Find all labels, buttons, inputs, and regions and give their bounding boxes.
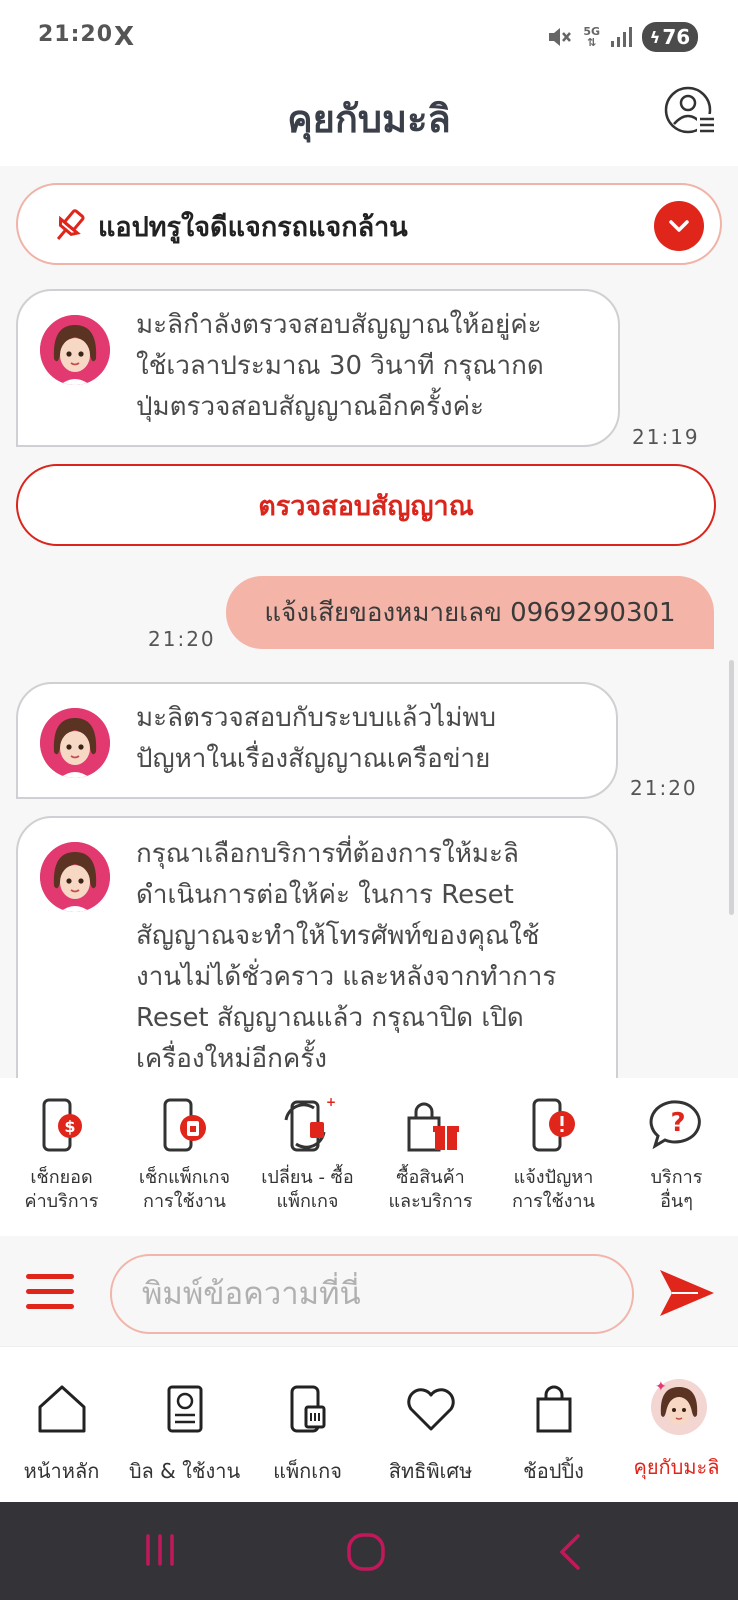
quick-service-change-package[interactable]: + เปลี่ยน - ซื้อ แพ็กเกจ [246, 1095, 369, 1214]
svg-text:$: $ [64, 1117, 75, 1136]
battery-indicator: ϟ 76 [642, 22, 698, 52]
back-icon[interactable] [556, 1532, 586, 1572]
quick-service-other[interactable]: ? บริการ อื่นๆ [615, 1096, 738, 1214]
status-time: 21:20 [38, 22, 114, 47]
data-arrows-icon: ⇅ [587, 36, 597, 49]
message-time: 21:19 [632, 425, 700, 449]
bot-message: มะลิตรวจสอบกับระบบแล้วไม่พบ ปัญหาในเรื่อ… [16, 682, 618, 799]
nav-label: คุยกับมะลิ [633, 1455, 720, 1479]
chevron-down-icon [669, 220, 689, 232]
user-message: แจ้งเสียของหมายเลข 0969290301 [226, 576, 714, 649]
nav-shopping[interactable]: ช้อปปิ้ง [492, 1383, 615, 1487]
bill-icon [167, 1385, 202, 1433]
nav-bill[interactable]: บิล & ใช้งาน [123, 1383, 246, 1487]
quick-service-label: ซื้อสินค้า และบริการ [388, 1167, 473, 1212]
message-time: 21:20 [148, 627, 216, 651]
question-bubble-icon: ? [649, 1100, 701, 1150]
user-message-text: แจ้งเสียของหมายเลข 0969290301 [264, 598, 676, 628]
mali-avatar-icon: ✦ [650, 1379, 707, 1435]
svg-text:+: + [326, 1096, 336, 1109]
page-title: คุยกับมะลิ [287, 97, 451, 141]
quick-service-label: เปลี่ยน - ซื้อ แพ็กเกจ [261, 1167, 354, 1212]
mali-face-icon [40, 315, 110, 385]
phone-sim-icon [163, 1098, 206, 1152]
message-input[interactable] [110, 1254, 634, 1334]
bot-message-text: มะลิกำลังตรวจสอบสัญญาณให้อยู่ค่ะ ใช้เวลา… [136, 310, 544, 422]
charging-icon: ϟ [649, 27, 661, 47]
nav-privileges[interactable]: สิทธิพิเศษ [369, 1383, 492, 1487]
mali-avatar [40, 708, 110, 778]
hamburger-menu-icon[interactable] [26, 1272, 74, 1312]
quick-service-label: เช็กแพ็กเกจ การใช้งาน [138, 1167, 231, 1212]
message-input-bar [0, 1236, 738, 1346]
bot-message: มะลิกำลังตรวจสอบสัญญาณให้อยู่ค่ะ ใช้เวลา… [16, 289, 620, 447]
heart-icon [406, 1388, 455, 1431]
bot-message: กรุณาเลือกบริการที่ต้องการให้มะลิ ดำเนิน… [16, 816, 618, 1116]
phone-swap-icon: + [284, 1095, 336, 1152]
chat-screen: 21:20 X 5G ⇅ ϟ 76 คุยกับมะลิ แอปทรูใจดีแ… [0, 0, 738, 1600]
quick-service-check-package[interactable]: เช็กแพ็กเกจ การใช้งาน [123, 1096, 246, 1214]
app-header: คุยกับมะลิ [0, 76, 738, 166]
system-navigation-bar [0, 1502, 738, 1600]
phone-dollar-icon: $ [42, 1098, 82, 1152]
nav-label: หน้าหลัก [23, 1459, 100, 1483]
home-icon [38, 1385, 85, 1433]
pin-icon [56, 209, 85, 240]
pinned-text: แอปทรูใจดีแจกรถแจกล้าน [98, 212, 408, 243]
phone-alert-icon [532, 1098, 575, 1152]
nav-label: แพ็กเกจ [273, 1459, 342, 1483]
nav-label: สิทธิพิเศษ [388, 1459, 473, 1483]
expand-button[interactable] [654, 201, 704, 251]
chat-scrollbar[interactable] [729, 660, 734, 915]
recent-apps-icon[interactable] [142, 1532, 178, 1568]
status-bar: 21:20 X 5G ⇅ ϟ 76 [0, 0, 738, 76]
nav-chat-mali[interactable]: ✦ คุยกับมะลิ [615, 1377, 738, 1483]
status-icons: 5G ⇅ ϟ 76 [547, 22, 698, 52]
quick-service-report-issue[interactable]: แจ้งปัญหา การใช้งาน [492, 1096, 615, 1214]
message-time: 21:20 [630, 776, 698, 800]
battery-level: 76 [662, 25, 691, 49]
quick-service-label: เช็กยอด ค่าบริการ [24, 1167, 99, 1212]
shopping-bag-icon [536, 1385, 571, 1433]
bot-message-text: กรุณาเลือกบริการที่ต้องการให้มะลิ ดำเนิน… [136, 839, 557, 1074]
profile-menu-icon[interactable] [664, 84, 716, 136]
quick-service-check-bill[interactable]: $ เช็กยอด ค่าบริการ [0, 1096, 123, 1214]
nav-package[interactable]: แพ็กเกจ [246, 1383, 369, 1487]
svg-text:?: ? [670, 1108, 685, 1138]
home-button-icon[interactable] [346, 1532, 386, 1572]
x-app-icon: X [114, 22, 135, 52]
signal-icon [611, 27, 632, 47]
package-icon [290, 1385, 325, 1433]
nav-label: ช้อปปิ้ง [523, 1459, 584, 1483]
pinned-announcement[interactable]: แอปทรูใจดีแจกรถแจกล้าน [16, 183, 722, 265]
check-signal-button[interactable]: ตรวจสอบสัญญาณ [16, 464, 716, 546]
mali-face-icon [40, 842, 110, 912]
quick-services: $ เช็กยอด ค่าบริการ เช็กแพ็กเกจ การใช้งา… [0, 1078, 738, 1236]
mali-face-icon [40, 708, 110, 778]
quick-service-label: แจ้งปัญหา การใช้งาน [512, 1167, 595, 1212]
bottom-navigation: หน้าหลัก บิล & ใช้งาน แพ็กเกจ สิทธิพิเศษ… [0, 1346, 738, 1502]
bot-message-text: มะลิตรวจสอบกับระบบแล้วไม่พบ ปัญหาในเรื่อ… [136, 703, 497, 774]
network-indicator: 5G ⇅ [583, 26, 600, 48]
mute-icon [549, 28, 572, 46]
shopping-gift-icon [407, 1102, 459, 1152]
mali-avatar [40, 315, 110, 385]
quick-service-label: บริการ อื่นๆ [650, 1167, 703, 1212]
nav-home[interactable]: หน้าหลัก [0, 1383, 123, 1487]
mali-avatar [40, 842, 110, 912]
svg-text:✦: ✦ [655, 1379, 667, 1395]
quick-service-shop[interactable]: ซื้อสินค้า และบริการ [369, 1096, 492, 1214]
send-icon[interactable] [658, 1266, 716, 1320]
nav-label: บิล & ใช้งาน [128, 1459, 241, 1483]
